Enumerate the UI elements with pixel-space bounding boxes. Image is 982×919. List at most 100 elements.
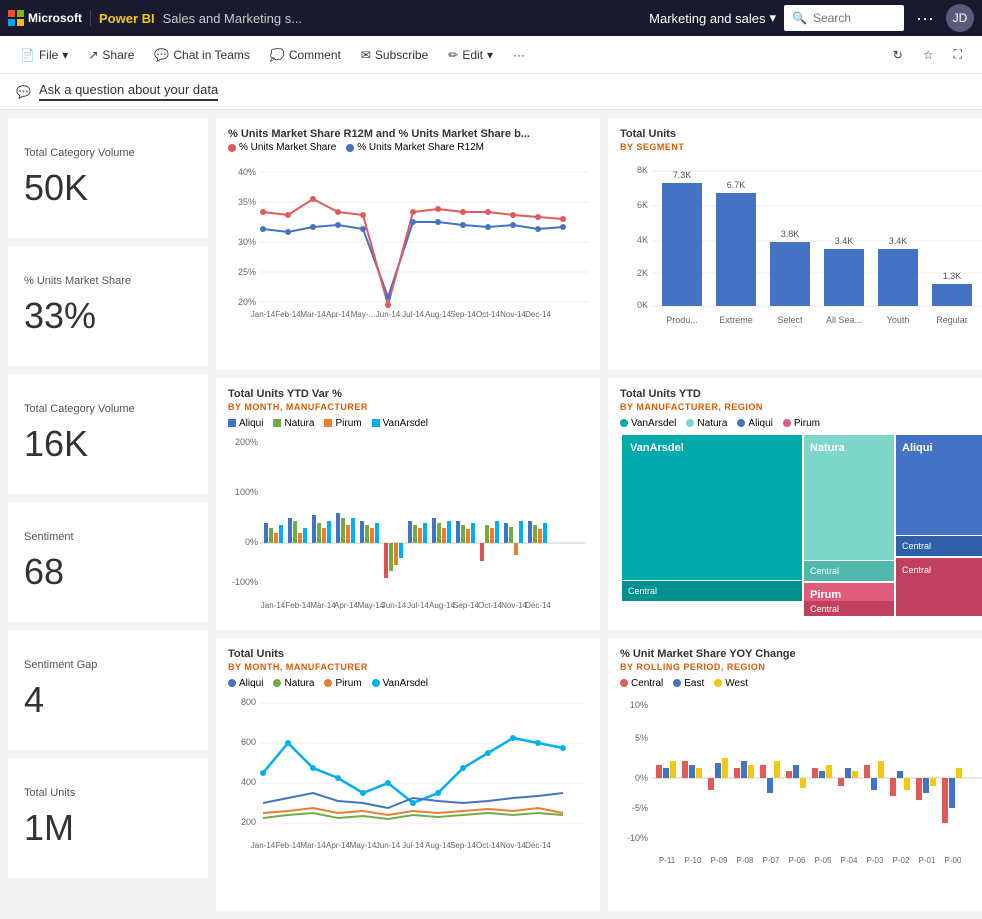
toolbar-more-button[interactable]: ··· [505, 44, 533, 66]
yoy-legend: Central East West [620, 678, 976, 689]
yoy-legend-2: West [714, 678, 748, 689]
avatar[interactable]: JD [946, 4, 974, 32]
svg-text:Oct-14: Oct-14 [476, 841, 501, 850]
kpi-card-sentiment: Sentiment 68 [8, 502, 208, 622]
var-chart-svg: 200% 100% 0% -100% [228, 433, 588, 608]
top-navbar: Microsoft Power BI Sales and Marketing s… [0, 0, 982, 36]
file-button[interactable]: 📄 File ▾ [12, 44, 76, 66]
svg-text:6K: 6K [637, 200, 648, 210]
svg-text:0%: 0% [245, 537, 258, 547]
svg-text:Oct-14: Oct-14 [476, 310, 501, 319]
kpi-value-4: 4 [24, 679, 192, 721]
tul-legend-3: VanArsdel [372, 678, 428, 689]
svg-text:Jan-14: Jan-14 [251, 841, 276, 850]
segment-bar-subtitle: BY SEGMENT [620, 142, 976, 152]
var-chart-title: Total Units YTD Var % [228, 388, 588, 400]
svg-text:Central: Central [902, 541, 931, 551]
svg-text:Mar-14: Mar-14 [300, 310, 326, 319]
svg-text:Aug-14: Aug-14 [429, 601, 455, 610]
subscribe-icon: ✉ [361, 48, 371, 62]
bookmark-button[interactable]: ☆ [915, 43, 942, 66]
svg-text:35%: 35% [238, 197, 256, 207]
svg-text:200: 200 [241, 817, 256, 827]
svg-text:P-10: P-10 [685, 856, 702, 865]
kpi-label-3: Sentiment [24, 531, 192, 543]
svg-text:Jul-14: Jul-14 [402, 310, 424, 319]
right-column: Total Units BY SEGMENT 8K 6K 4K 2K 0K 7.… [608, 118, 982, 911]
svg-text:Pirum: Pirum [810, 589, 841, 601]
svg-text:1.3K: 1.3K [943, 271, 962, 281]
svg-text:Nov-14: Nov-14 [500, 310, 526, 319]
edit-button[interactable]: ✏ Edit ▾ [440, 44, 501, 66]
fullscreen-button[interactable]: ⛶ [946, 43, 970, 66]
var-chart-subtitle: BY MONTH, MANUFACTURER [228, 402, 588, 412]
tul-legend-0: Aliqui [228, 678, 263, 689]
ms-label: Microsoft [28, 11, 82, 25]
svg-text:Mar-14: Mar-14 [310, 601, 336, 610]
svg-text:Jun-14: Jun-14 [382, 601, 407, 610]
comment-button[interactable]: 💭 Comment [262, 44, 349, 66]
svg-text:400: 400 [241, 777, 256, 787]
ask-question-bar[interactable]: 💬 Ask a question about your data [0, 74, 982, 110]
svg-text:Sep-14: Sep-14 [450, 310, 476, 319]
var-legend-2: Pirum [324, 418, 361, 429]
svg-text:Natura: Natura [810, 442, 846, 454]
svg-text:Oct-14: Oct-14 [478, 601, 503, 610]
segment-bar-title: Total Units [620, 128, 976, 140]
line-chart-card: % Units Market Share R12M and % Units Ma… [216, 118, 600, 370]
svg-text:Jan-14: Jan-14 [251, 310, 276, 319]
svg-text:Central: Central [810, 566, 839, 576]
report-nav-name[interactable]: Marketing and sales ▾ [649, 10, 776, 26]
share-button[interactable]: ↗ Share [80, 44, 142, 66]
nav-more-button[interactable]: ··· [912, 8, 938, 29]
dashboard: Total Category Volume 50K % Units Market… [0, 110, 982, 919]
var-legend-3: VanArsdel [372, 418, 428, 429]
kpi-card-sentiment-gap: Sentiment Gap 4 [8, 630, 208, 750]
yoy-bar-svg: 10% 5% 0% -5% -10% [620, 693, 982, 868]
svg-text:Dec-14: Dec-14 [525, 601, 551, 610]
svg-text:Jul-14: Jul-14 [407, 601, 429, 610]
svg-text:P-06: P-06 [789, 856, 806, 865]
svg-text:Produ...: Produ... [666, 315, 698, 325]
chat-teams-button[interactable]: 💬 Chat in Teams [146, 44, 257, 66]
yoy-legend-1: East [673, 678, 704, 689]
svg-text:All Sea...: All Sea... [826, 315, 862, 325]
segment-bar-card: Total Units BY SEGMENT 8K 6K 4K 2K 0K 7.… [608, 118, 982, 370]
subscribe-button[interactable]: ✉ Subscribe [353, 44, 436, 66]
tm-legend-1: Natura [686, 418, 727, 429]
treemap-svg: VanArsdel Natura Aliqui Central Central … [620, 433, 982, 618]
svg-text:3.4K: 3.4K [889, 236, 908, 246]
kpi-card-total-cat-vol-2: Total Category Volume 16K [8, 374, 208, 494]
powerbi-label: Power BI [99, 11, 155, 26]
yoy-bar-subtitle: BY ROLLING PERIOD, REGION [620, 662, 976, 672]
qa-icon: 💬 [16, 85, 31, 99]
tm-legend-2: Aliqui [737, 418, 772, 429]
comment-icon: 💭 [270, 48, 285, 62]
legend-item-1: % Units Market Share R12M [346, 142, 484, 153]
svg-text:6.7K: 6.7K [727, 180, 746, 190]
svg-text:Sep-14: Sep-14 [453, 601, 479, 610]
kpi-value-0: 50K [24, 167, 192, 209]
svg-text:200%: 200% [235, 437, 258, 447]
svg-text:P-11: P-11 [659, 856, 676, 865]
svg-text:P-05: P-05 [815, 856, 832, 865]
svg-text:Jun-14: Jun-14 [376, 310, 401, 319]
svg-text:Apr-14: Apr-14 [326, 841, 351, 850]
search-input[interactable] [813, 11, 893, 25]
tm-legend-3: Pirum [783, 418, 820, 429]
refresh-button[interactable]: ↻ [885, 43, 911, 66]
svg-text:P-08: P-08 [737, 856, 754, 865]
svg-text:P-03: P-03 [867, 856, 884, 865]
svg-text:Dec-14: Dec-14 [525, 841, 551, 850]
svg-text:Nov-14: Nov-14 [501, 601, 527, 610]
kpi-label-1: % Units Market Share [24, 275, 192, 287]
svg-text:-10%: -10% [627, 833, 648, 843]
search-box[interactable]: 🔍 [784, 5, 904, 31]
svg-text:-100%: -100% [232, 577, 258, 587]
var-chart-legend: Aliqui Natura Pirum VanArsdel [228, 418, 588, 429]
total-units-line-subtitle: BY MONTH, MANUFACTURER [228, 662, 588, 672]
svg-text:Feb-14: Feb-14 [275, 841, 301, 850]
chevron-down-icon: ▾ [487, 48, 493, 62]
kpi-value-5: 1M [24, 807, 192, 849]
segment-bar-svg: 8K 6K 4K 2K 0K 7.3K 6.7K 3. [620, 158, 982, 343]
